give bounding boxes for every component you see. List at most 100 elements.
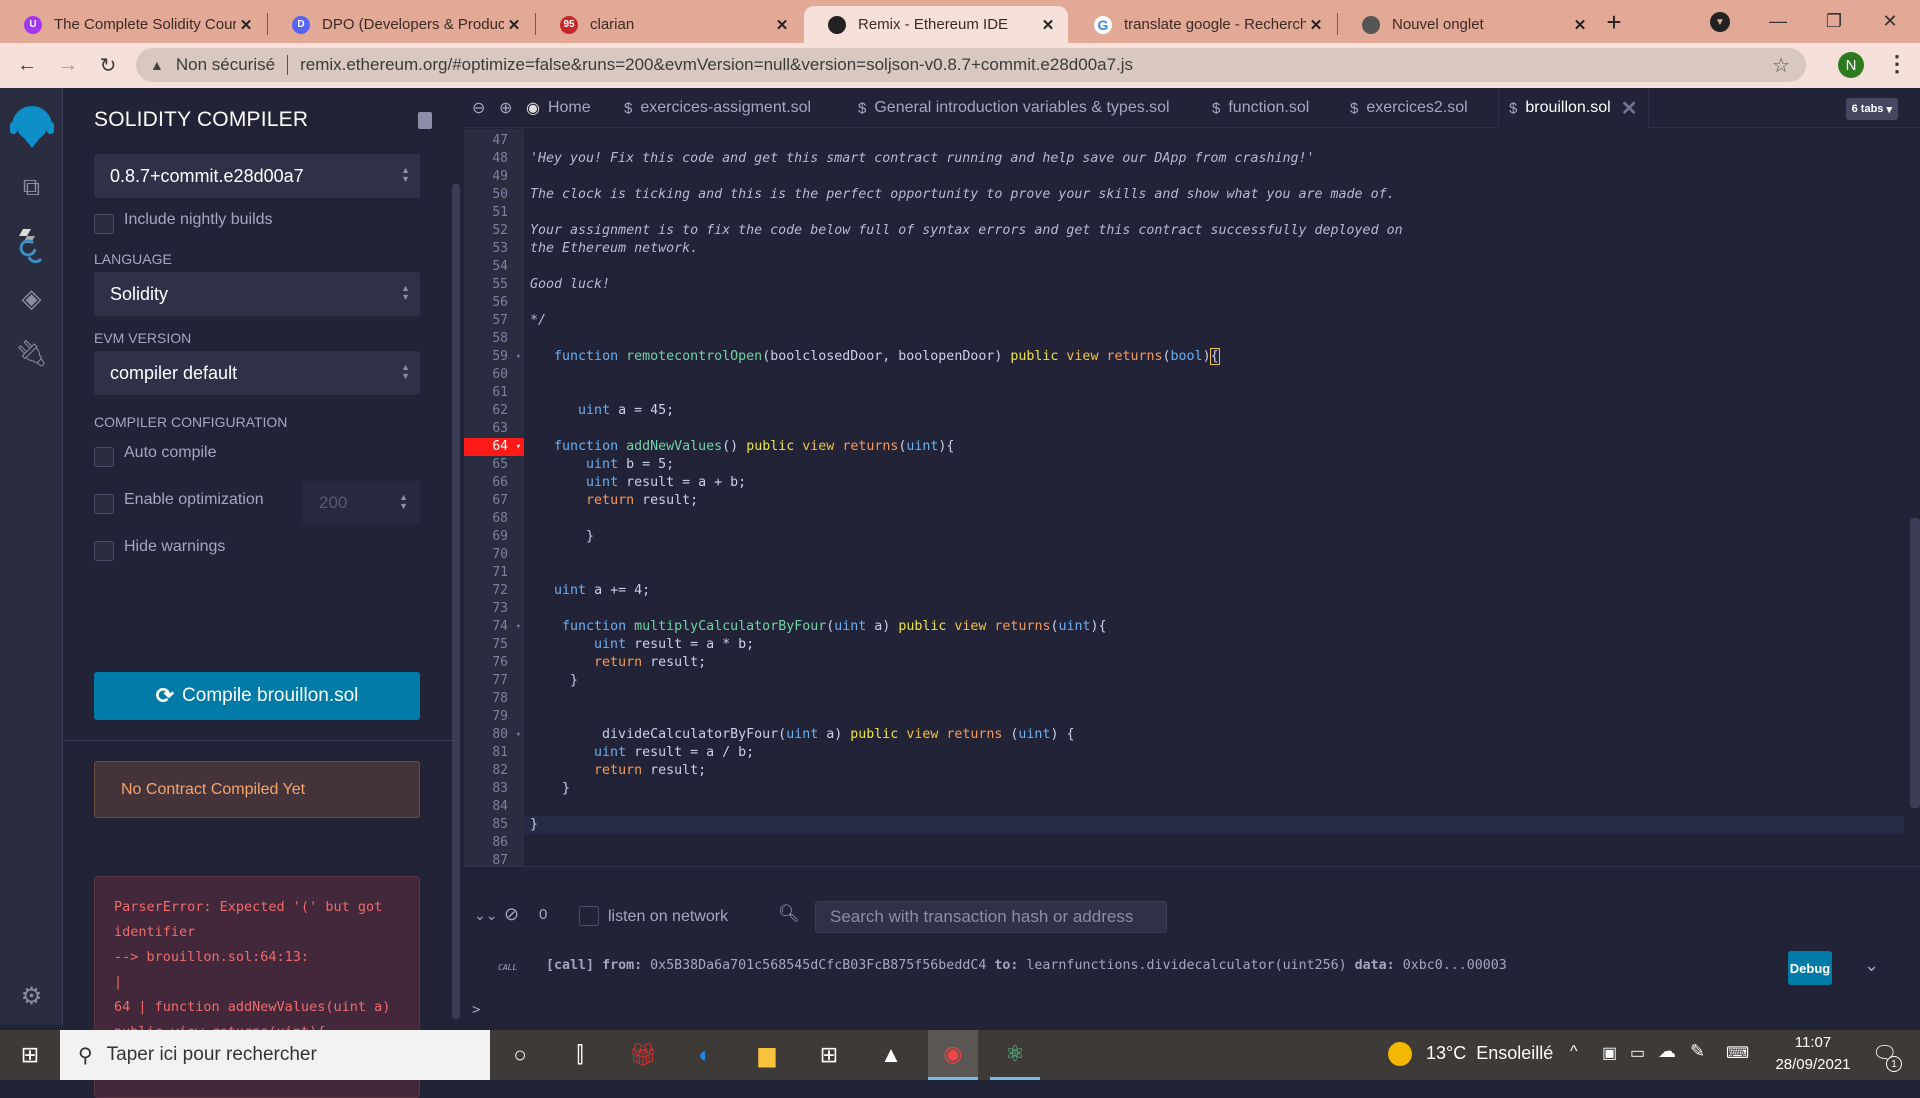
code-line[interactable]: 'Hey you! Fix this code and get this sma…: [530, 150, 1315, 168]
language-select[interactable]: Solidity ▲ ▼: [94, 272, 420, 316]
debug-button[interactable]: Debug: [1788, 951, 1832, 985]
code-line[interactable]: uint result = a / b;: [530, 744, 754, 762]
windows-start-icon[interactable]: ⊞: [5, 1030, 55, 1080]
code-line[interactable]: return result;: [530, 492, 698, 510]
collapse-terminal-icon[interactable]: ⌄⌄: [474, 907, 497, 924]
expand-log-chevron-icon[interactable]: ⌄: [1864, 955, 1879, 976]
pen-icon[interactable]: ✎: [1690, 1041, 1705, 1062]
close-tab-icon[interactable]: ✕: [772, 16, 792, 34]
side-panel-scrollbar[interactable]: [452, 184, 460, 1019]
edge-icon[interactable]: ◐: [680, 1030, 730, 1080]
include-nightly-checkbox[interactable]: [94, 214, 114, 234]
file-explorer-icon[interactable]: ⧉: [0, 163, 63, 213]
code-line[interactable]: function remotecontrolOpen(boolclosedDoo…: [530, 348, 1220, 366]
code-area[interactable]: 47 48 'Hey you! Fix this code and get this…: [464, 129, 1904, 866]
solidity-compiler-icon[interactable]: [0, 218, 63, 273]
browser-tab[interactable]: Nouvel onglet ✕: [1338, 6, 1600, 43]
code-line[interactable]: divideCalculatorByFour(uint a) public vi…: [530, 726, 1074, 744]
stepper-arrows-icon[interactable]: ▲ ▼: [399, 493, 408, 511]
keyboard-icon[interactable]: ⌨: [1726, 1043, 1749, 1063]
optimization-runs-input[interactable]: 200 ▲ ▼: [302, 481, 420, 525]
zoom-in-icon[interactable]: ⊕: [499, 98, 512, 118]
listen-network-checkbox[interactable]: [579, 906, 599, 926]
bookmark-star-icon[interactable]: ☆: [1772, 53, 1790, 78]
code-line[interactable]: return result;: [530, 762, 706, 780]
code-line[interactable]: the Ethereum network.: [530, 240, 698, 258]
file-explorer-taskbar-icon[interactable]: ▆: [742, 1030, 792, 1080]
cortana-icon[interactable]: ○: [495, 1030, 545, 1080]
meet-icon[interactable]: ▣: [1602, 1043, 1617, 1063]
browser-tab[interactable]: Remix - Ethereum IDE ✕: [804, 6, 1068, 43]
editor-tab[interactable]: $ function.sol: [1212, 88, 1309, 128]
evm-version-select[interactable]: compiler default ▲ ▼: [94, 351, 420, 395]
code-line[interactable]: function multiplyCalculatorByFour(uint a…: [530, 618, 1107, 636]
tab-count-dropdown[interactable]: 6 tabs ▾: [1845, 98, 1898, 120]
code-line[interactable]: uint b = 5;: [530, 456, 674, 474]
compiler-version-select[interactable]: 0.8.7+commit.e28d00a7 ▲ ▼: [94, 154, 420, 198]
browser-tab[interactable]: D DPO (Developers & Produce ✕: [268, 6, 534, 43]
clear-console-icon[interactable]: ⊘: [504, 904, 519, 925]
taskbar-search[interactable]: ⚲ Taper ici pour rechercher: [60, 1030, 490, 1080]
close-tab-icon[interactable]: ✕: [1306, 16, 1326, 34]
browser-menu-icon[interactable]: ⋮: [1886, 51, 1908, 77]
editor-tab[interactable]: $ exercices2.sol: [1350, 88, 1468, 128]
code-line[interactable]: Your assignment is to fix the code below…: [530, 222, 1403, 240]
plugin-manager-icon[interactable]: 🔌︎: [0, 328, 63, 378]
chrome-taskbar-icon[interactable]: ◉: [928, 1030, 978, 1080]
minimize-button[interactable]: —: [1756, 6, 1800, 36]
terminal-log-entry[interactable]: [call] from: 0x5B38Da6a701c568545dCfcB03…: [546, 958, 1507, 973]
code-line[interactable]: return result;: [530, 654, 706, 672]
code-line[interactable]: uint result = a * b;: [530, 636, 754, 654]
settings-gear-icon[interactable]: ⚙: [0, 976, 63, 1016]
editor-tab[interactable]: $ brouillon.sol ✕: [1498, 88, 1649, 128]
code-line[interactable]: */: [530, 312, 546, 330]
reload-button[interactable]: ↻: [94, 51, 122, 79]
onedrive-icon[interactable]: ☁: [1658, 1041, 1676, 1062]
enable-optimization-checkbox[interactable]: [94, 494, 114, 514]
tray-chevron-icon[interactable]: ^: [1570, 1043, 1578, 1061]
address-bar[interactable]: ▲ Non sécurisé remix.ethereum.org/#optim…: [136, 48, 1806, 82]
browser-tab[interactable]: U The Complete Solidity Cour ✕: [0, 6, 266, 43]
battery-icon[interactable]: ▭: [1630, 1043, 1645, 1063]
tab-search-icon[interactable]: ▼: [1710, 12, 1730, 32]
auto-compile-checkbox[interactable]: [94, 447, 114, 467]
code-line[interactable]: }: [530, 780, 570, 798]
code-line[interactable]: }: [530, 528, 594, 546]
profile-avatar[interactable]: N: [1838, 52, 1864, 78]
photos-icon[interactable]: ▲: [866, 1030, 916, 1080]
code-line[interactable]: Good luck!: [530, 276, 610, 294]
documentation-icon[interactable]: [418, 112, 432, 129]
browser-tab[interactable]: Gtranslate google - Recherch ✕: [1070, 6, 1336, 43]
close-tab-icon[interactable]: ✕: [504, 16, 524, 34]
back-button[interactable]: ←: [13, 51, 41, 79]
task-view-icon[interactable]: ⫿: [555, 1030, 605, 1080]
forward-button[interactable]: →: [54, 51, 82, 79]
code-line[interactable]: uint a += 4;: [530, 582, 650, 600]
editor-tab[interactable]: $ General introduction variables & types.…: [858, 88, 1170, 128]
new-tab-button[interactable]: +: [1600, 7, 1628, 37]
close-tab-icon[interactable]: ✕: [1038, 16, 1058, 34]
transaction-search-input[interactable]: Search with transaction hash or address: [815, 901, 1167, 933]
close-tab-icon[interactable]: ✕: [236, 16, 256, 34]
atom-icon[interactable]: ⚛: [990, 1030, 1040, 1080]
store-icon[interactable]: ⊞: [804, 1030, 854, 1080]
weather-label[interactable]: 13°C Ensoleillé: [1426, 1043, 1553, 1064]
code-line[interactable]: }: [530, 816, 538, 834]
compile-button[interactable]: ⟳ Compile brouillon.sol: [94, 672, 420, 720]
restore-button[interactable]: ❐: [1812, 6, 1856, 36]
gift-app-icon[interactable]: 🎁︎: [618, 1030, 668, 1080]
browser-tab[interactable]: 95 clarian ✕: [536, 6, 802, 43]
editor-tab[interactable]: $ exercices-assigment.sol: [624, 88, 811, 128]
close-tab-icon[interactable]: ✕: [1621, 96, 1638, 121]
zoom-out-icon[interactable]: ⊖: [472, 98, 485, 118]
editor-scrollbar[interactable]: [1910, 518, 1920, 808]
terminal-prompt[interactable]: >: [472, 1002, 480, 1018]
clock-time[interactable]: 11:07: [1768, 1034, 1858, 1051]
remix-logo-icon[interactable]: [0, 98, 63, 158]
code-line[interactable]: uint a = 45;: [530, 402, 674, 420]
code-line[interactable]: uint result = a + b;: [530, 474, 746, 492]
tab-home[interactable]: ◉ Home: [526, 88, 591, 128]
code-line[interactable]: function addNewValues() public view retu…: [530, 438, 954, 456]
code-line[interactable]: The clock is ticking and this is the per…: [530, 186, 1395, 204]
clock-date[interactable]: 28/09/2021: [1768, 1056, 1858, 1073]
